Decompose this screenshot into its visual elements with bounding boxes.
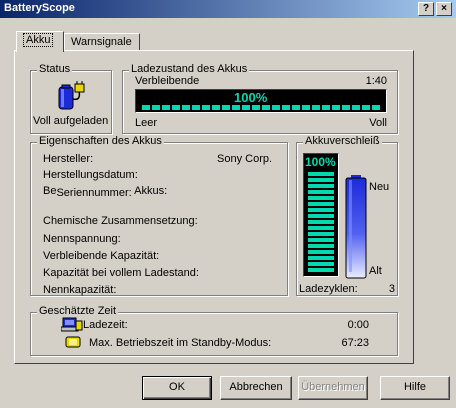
standby-time-value: 67:23 xyxy=(341,337,369,349)
wear-new-label: Neu xyxy=(369,181,390,193)
cycles-value: 3 xyxy=(388,283,395,295)
wear-percent-text: 100% xyxy=(305,155,336,169)
close-title-button[interactable]: × xyxy=(436,2,452,16)
window-title: BatteryScope xyxy=(4,2,75,14)
charge-group: Ladezustand des Akkus Verbleibende 1:40 … xyxy=(122,63,398,134)
charge-percent-text: 100% xyxy=(234,90,268,105)
status-group: Status Voll aufgeladen xyxy=(30,63,112,134)
wear-gauge-icon xyxy=(345,175,367,279)
status-text: Voll aufgeladen xyxy=(33,115,109,127)
standby-time-label: Max. Betriebszeit im Standby-Modus: xyxy=(89,337,272,349)
serial-suffix: Akkus: xyxy=(134,185,168,197)
remaining-time: 1:40 xyxy=(365,75,387,87)
apply-button[interactable]: Übernehmen xyxy=(298,376,368,400)
wear-lcd: 100% xyxy=(303,153,339,277)
time-group: Geschätzte Zeit Ladezeit: 0:00 Max. Betr… xyxy=(30,305,398,356)
serial-prefix: Be xyxy=(43,185,57,197)
serial-label: Seriennummer: xyxy=(56,187,132,199)
full-capacity-label: Kapazität bei vollem Ladestand: xyxy=(43,267,199,279)
tab-akku[interactable]: Akku xyxy=(16,31,64,52)
cancel-button[interactable]: Abbrechen xyxy=(220,376,292,400)
tab-warnsignale-label: Warnsignale xyxy=(71,36,132,48)
ok-button[interactable]: OK xyxy=(142,376,212,400)
properties-legend: Eigenschaften des Akkus xyxy=(37,135,164,147)
charge-time-value: 0:00 xyxy=(347,319,369,331)
help-title-button[interactable]: ? xyxy=(418,2,434,16)
tab-warnsignale[interactable]: Warnsignale xyxy=(64,33,140,51)
wear-bar xyxy=(308,170,334,272)
manufacturer-value: Sony Corp. xyxy=(217,153,273,165)
battery-plug-icon xyxy=(58,81,85,110)
voltage-label: Nennspannung: xyxy=(43,233,121,245)
nominal-capacity-label: Nennkapazität: xyxy=(43,284,117,296)
wear-old-label: Alt xyxy=(369,265,382,277)
remaining-label: Verbleibende xyxy=(135,75,200,87)
time-legend: Geschätzte Zeit xyxy=(37,305,119,317)
manufacturer-label: Hersteller: xyxy=(43,153,94,165)
charge-bar xyxy=(142,105,382,110)
wear-legend: Akkuverschleiß xyxy=(303,135,382,147)
laptop-charge-icon xyxy=(61,317,83,332)
status-legend: Status xyxy=(37,63,73,75)
serial-row: BeSeriennummer: Akkus: xyxy=(43,185,168,199)
help-button[interactable]: Hilfe xyxy=(380,376,450,400)
charge-time-label: Ladezeit: xyxy=(83,319,128,331)
chemistry-label: Chemische Zusammensetzung: xyxy=(43,215,198,227)
empty-label: Leer xyxy=(135,117,158,129)
cycles-label: Ladezyklen: xyxy=(299,283,358,295)
remaining-capacity-label: Verbleibende Kapazität: xyxy=(43,250,160,262)
standby-icon xyxy=(65,336,81,348)
tab-akku-label: Akku xyxy=(23,33,54,47)
properties-group: Eigenschaften des Akkus Hersteller: Sony… xyxy=(30,135,288,296)
full-label: Voll xyxy=(369,117,387,129)
charge-lcd: 100% xyxy=(135,89,387,113)
production-date-label: Herstellungsdatum: xyxy=(43,169,138,181)
charge-legend: Ladezustand des Akkus xyxy=(129,63,250,75)
title-bar: BatteryScope ? × xyxy=(0,0,456,18)
wear-group: Akkuverschleiß 100% Neu Alt Ladezyklen: … xyxy=(296,135,398,296)
